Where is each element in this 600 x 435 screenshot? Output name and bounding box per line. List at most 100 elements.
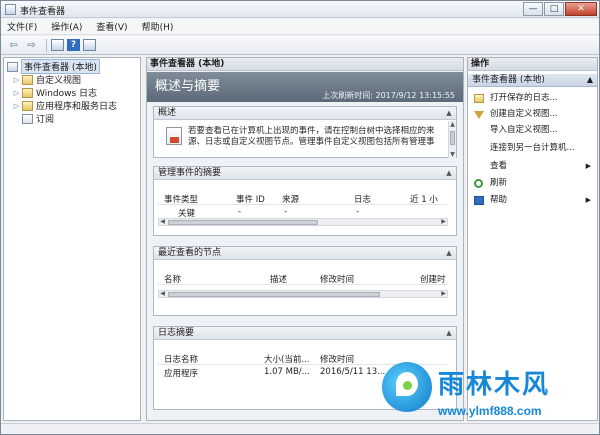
- scroll-thumb[interactable]: [168, 220, 318, 225]
- table-row[interactable]: 关键 - - -: [158, 207, 448, 219]
- submenu-arrow-icon: ▶: [585, 196, 591, 204]
- admin-events-summary-body: 事件类型 事件 ID 来源 日志 近 1 小 关键 - - - ◀ ▶: [154, 181, 456, 236]
- overview-section: 概述 ▲ 若要查看已在计算机上出现的事件，请在控制台树中选择相应的来源、日志或自…: [153, 106, 457, 158]
- folder-icon: [22, 100, 33, 111]
- minimize-button[interactable]: —: [523, 2, 543, 16]
- watermark-logo: 雨林木风 www.ylmf888.com: [382, 362, 592, 428]
- show-hide-action-pane-button[interactable]: [83, 39, 96, 51]
- action-refresh[interactable]: 刷新: [468, 176, 597, 191]
- recent-nodes-title: 最近查看的节点: [158, 248, 222, 258]
- expand-arrow-icon[interactable]: ▷: [12, 76, 21, 84]
- overview-text: 若要查看已在计算机上出现的事件，请在控制台树中选择相应的来源、日志或自定义视图节…: [188, 126, 435, 147]
- overview-vertical-scrollbar[interactable]: ▲ ▼: [448, 121, 456, 158]
- summary-horizontal-scrollbar[interactable]: ◀ ▶: [158, 218, 448, 226]
- subscription-icon: [22, 113, 33, 124]
- action-connect-another-computer[interactable]: 连接到另一台计算机...: [468, 141, 597, 156]
- overview-banner: 概述与摘要 上次刷新时间: 2017/9/12 13:15:55: [147, 72, 463, 102]
- last-refresh-time: 上次刷新时间: 2017/9/12 13:15:55: [322, 91, 455, 100]
- action-open-saved-log[interactable]: 打开保存的日志...: [468, 91, 597, 106]
- column-header-last-hour[interactable]: 近 1 小: [410, 193, 442, 205]
- scroll-up-arrow-icon[interactable]: ▲: [449, 121, 456, 128]
- console-tree: 事件查看器 (本地) ▷ 自定义视图 ▷ Windows 日志 ▷ 应用程序和服…: [3, 57, 141, 421]
- action-group-event-viewer-local[interactable]: 事件查看器 (本地) ▲: [468, 74, 597, 87]
- forward-arrow-icon: ⇨: [27, 39, 36, 51]
- action-pane-header: 操作: [468, 58, 597, 71]
- toolbar-separator: [46, 38, 47, 52]
- cell-modified: 2016/5/11 13...: [320, 367, 386, 377]
- scroll-left-arrow-icon[interactable]: ◀: [159, 290, 166, 298]
- tree-item-subscriptions[interactable]: 订阅: [12, 112, 148, 125]
- submenu-arrow-icon: ▶: [585, 162, 591, 170]
- folder-icon: [22, 74, 33, 85]
- menu-help[interactable]: 帮助(H): [142, 20, 174, 33]
- column-header-modified[interactable]: 修改时间: [320, 353, 354, 365]
- log-summary-header[interactable]: 日志摘要 ▲: [154, 327, 456, 340]
- tree-item-windows-logs[interactable]: ▷ Windows 日志: [12, 86, 148, 99]
- action-view[interactable]: 查看 ▶: [468, 159, 597, 174]
- column-header-modified[interactable]: 修改时间: [320, 273, 354, 285]
- close-button[interactable]: ✕: [565, 2, 597, 16]
- tree-item-event-viewer-local[interactable]: 事件查看器 (本地): [6, 59, 142, 74]
- column-header-created[interactable]: 创建时: [420, 273, 448, 285]
- banner-title: 概述与摘要: [155, 79, 221, 94]
- admin-events-summary-title: 管理事件的摘要: [158, 168, 222, 178]
- column-header-source[interactable]: 来源: [282, 193, 299, 205]
- folder-open-icon: [474, 94, 484, 103]
- watermark-url: www.ylmf888.com: [438, 404, 542, 418]
- recent-nodes-header[interactable]: 最近查看的节点 ▲: [154, 247, 456, 260]
- overview-section-header[interactable]: 概述 ▲: [154, 107, 456, 120]
- action-label: 导入自定义视图...: [490, 125, 558, 135]
- tree-item-label: Windows 日志: [36, 89, 98, 99]
- menu-view[interactable]: 查看(V): [96, 20, 127, 33]
- column-header-name[interactable]: 名称: [164, 273, 181, 285]
- maximize-button[interactable]: □: [544, 2, 564, 16]
- column-header-log[interactable]: 日志: [354, 193, 371, 205]
- tree-item-custom-views[interactable]: ▷ 自定义视图: [12, 73, 148, 86]
- admin-events-summary-header[interactable]: 管理事件的摘要 ▲: [154, 167, 456, 180]
- refresh-icon: [474, 179, 483, 188]
- show-hide-console-tree-button[interactable]: [51, 39, 64, 51]
- column-header-description[interactable]: 描述: [270, 273, 287, 285]
- cell-log: -: [356, 207, 360, 217]
- collapse-icon[interactable]: ▲: [445, 109, 453, 117]
- overview-section-body: 若要查看已在计算机上出现的事件，请在控制台树中选择相应的来源、日志或自定义视图节…: [154, 121, 456, 158]
- menu-bar: 文件(F) 操作(A) 查看(V) 帮助(H): [1, 19, 599, 35]
- scroll-right-arrow-icon[interactable]: ▶: [440, 290, 447, 298]
- admin-events-summary-section: 管理事件的摘要 ▲ 事件类型 事件 ID 来源 日志 近 1 小 关键 - - …: [153, 166, 457, 236]
- action-label: 刷新: [490, 178, 508, 188]
- menu-file[interactable]: 文件(F): [7, 20, 37, 33]
- forward-button[interactable]: ⇨: [24, 39, 39, 52]
- log-summary-title: 日志摘要: [158, 328, 195, 338]
- action-import-custom-view[interactable]: 导入自定义视图...: [468, 123, 597, 138]
- scroll-down-arrow-icon[interactable]: ▼: [449, 151, 456, 158]
- maximize-icon: □: [549, 4, 559, 14]
- column-header-event-type[interactable]: 事件类型: [164, 193, 198, 205]
- expand-arrow-icon[interactable]: ▷: [12, 102, 21, 110]
- scroll-thumb[interactable]: [168, 292, 380, 297]
- watermark-name: 雨林木风: [438, 370, 551, 400]
- action-create-custom-view[interactable]: 创建自定义视图...: [468, 107, 597, 122]
- scroll-right-arrow-icon[interactable]: ▶: [440, 218, 447, 226]
- scroll-thumb[interactable]: [450, 131, 455, 145]
- collapse-icon[interactable]: ▲: [587, 74, 593, 86]
- action-help[interactable]: 帮助 ▶: [468, 193, 597, 208]
- collapse-icon[interactable]: ▲: [445, 329, 453, 337]
- action-label: 创建自定义视图...: [490, 109, 558, 119]
- collapse-icon[interactable]: ▲: [445, 169, 453, 177]
- column-header-event-id[interactable]: 事件 ID: [236, 193, 265, 205]
- action-label: 查看: [490, 161, 508, 171]
- scroll-left-arrow-icon[interactable]: ◀: [159, 218, 166, 226]
- column-header-size[interactable]: 大小(当前...: [264, 353, 309, 365]
- action-group-label: 事件查看器 (本地): [472, 75, 545, 85]
- help-button[interactable]: ?: [67, 39, 80, 51]
- recent-nodes-horizontal-scrollbar[interactable]: ◀ ▶: [158, 290, 448, 298]
- back-button[interactable]: ⇦: [6, 39, 21, 52]
- event-log-icon: [166, 127, 182, 145]
- column-header-log-name[interactable]: 日志名称: [164, 353, 198, 365]
- collapse-icon[interactable]: ▲: [445, 249, 453, 257]
- tree-item-app-service-logs[interactable]: ▷ 应用程序和服务日志: [12, 99, 148, 112]
- close-icon: ✕: [577, 4, 585, 14]
- title-bar: 事件查看器 — □ ✕: [1, 1, 599, 18]
- expand-arrow-icon[interactable]: ▷: [12, 89, 21, 97]
- menu-action[interactable]: 操作(A): [51, 20, 82, 33]
